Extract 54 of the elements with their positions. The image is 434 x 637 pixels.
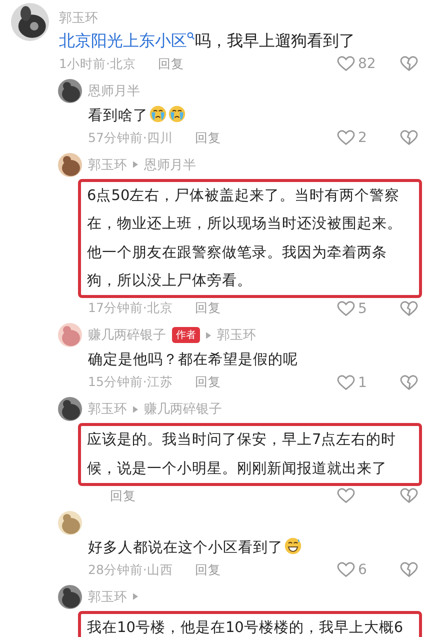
broken-heart-icon[interactable] (400, 56, 418, 72)
author-badge: 作者 (172, 327, 200, 344)
comment-time: 1小时前·北京 (59, 56, 136, 73)
heart-icon[interactable] (337, 56, 355, 72)
author-name[interactable]: 郭玉环 (88, 156, 127, 174)
caret-icon (206, 332, 211, 339)
search-icon (187, 32, 195, 40)
caret-icon (133, 161, 138, 168)
reply-link[interactable]: 回复 (158, 56, 184, 73)
author-name[interactable]: 郭玉环 (59, 9, 434, 27)
reply-target-name[interactable]: 恩师月半 (144, 156, 196, 174)
like-count: 2 (358, 130, 368, 146)
caret-icon (133, 406, 138, 413)
grinning-emoji-icon (284, 536, 302, 555)
comment-text: 吗，我早上遛狗看到了 (195, 31, 355, 50)
reply-text: 应该是的。我当时问了保安，早上7点左右的时候，说是一个小明星。刚刚新闻报道就出来了 (87, 432, 396, 476)
broken-heart-icon[interactable] (400, 488, 418, 504)
heart-icon[interactable] (337, 300, 355, 317)
reply-text: 6点50左右，尸体被盖起来了。当时有两个警察在，物业还上班，所以现场当时还没被围起来。他一个朋友在跟警察做笔录。我因为牵着两条狗，所以没上尸体旁看。 (87, 188, 402, 289)
comment-time: 17分钟前·北京 (88, 300, 173, 318)
caret-icon (133, 593, 138, 600)
author-name[interactable]: 郭玉环 (88, 588, 127, 606)
reply-link[interactable]: 回复 (194, 300, 221, 318)
comment-time: 28分钟前·山西 (88, 562, 173, 579)
crying-emoji-icon (168, 104, 186, 123)
heart-icon[interactable] (337, 562, 355, 578)
heart-icon[interactable] (337, 130, 355, 146)
like-count: 6 (358, 562, 368, 578)
comment-time: 57分钟前·四川 (88, 130, 173, 147)
broken-heart-icon[interactable] (400, 562, 418, 578)
search-link[interactable]: 北京阳光上东小区 (59, 31, 195, 50)
reply-link[interactable]: 回复 (110, 488, 136, 505)
comment-time: 15分钟前·江苏 (88, 374, 173, 392)
reply-text: 好多人都说在这个小区看到了 (88, 540, 283, 556)
reply-text: 我在10号楼，他是在10号楼楼的，我早上大概6 (87, 620, 404, 636)
heart-icon[interactable] (337, 374, 355, 391)
reply-text: 确定是他吗？都在希望是假的呢 (88, 352, 298, 368)
crying-emoji-icon (149, 104, 167, 123)
reply-link[interactable]: 回复 (194, 130, 221, 147)
like-count: 5 (358, 300, 368, 317)
heart-icon[interactable] (337, 488, 355, 504)
broken-heart-icon[interactable] (400, 130, 418, 146)
author-name[interactable]: 郭玉环 (88, 400, 127, 418)
reply-text: 看到啥了 (88, 108, 148, 124)
reply-link[interactable]: 回复 (194, 562, 221, 579)
reply-target-name[interactable]: 赚几两碎银子 (144, 400, 222, 418)
author-name[interactable]: 赚几两碎银子 (88, 326, 166, 344)
broken-heart-icon[interactable] (400, 374, 418, 391)
like-count: 82 (358, 56, 377, 72)
author-name[interactable]: 恩师月半 (88, 82, 140, 100)
broken-heart-icon[interactable] (400, 300, 418, 317)
reply-target-name[interactable]: 郭玉环 (217, 326, 256, 344)
like-count: 1 (358, 374, 368, 391)
reply-link[interactable]: 回复 (194, 374, 221, 392)
